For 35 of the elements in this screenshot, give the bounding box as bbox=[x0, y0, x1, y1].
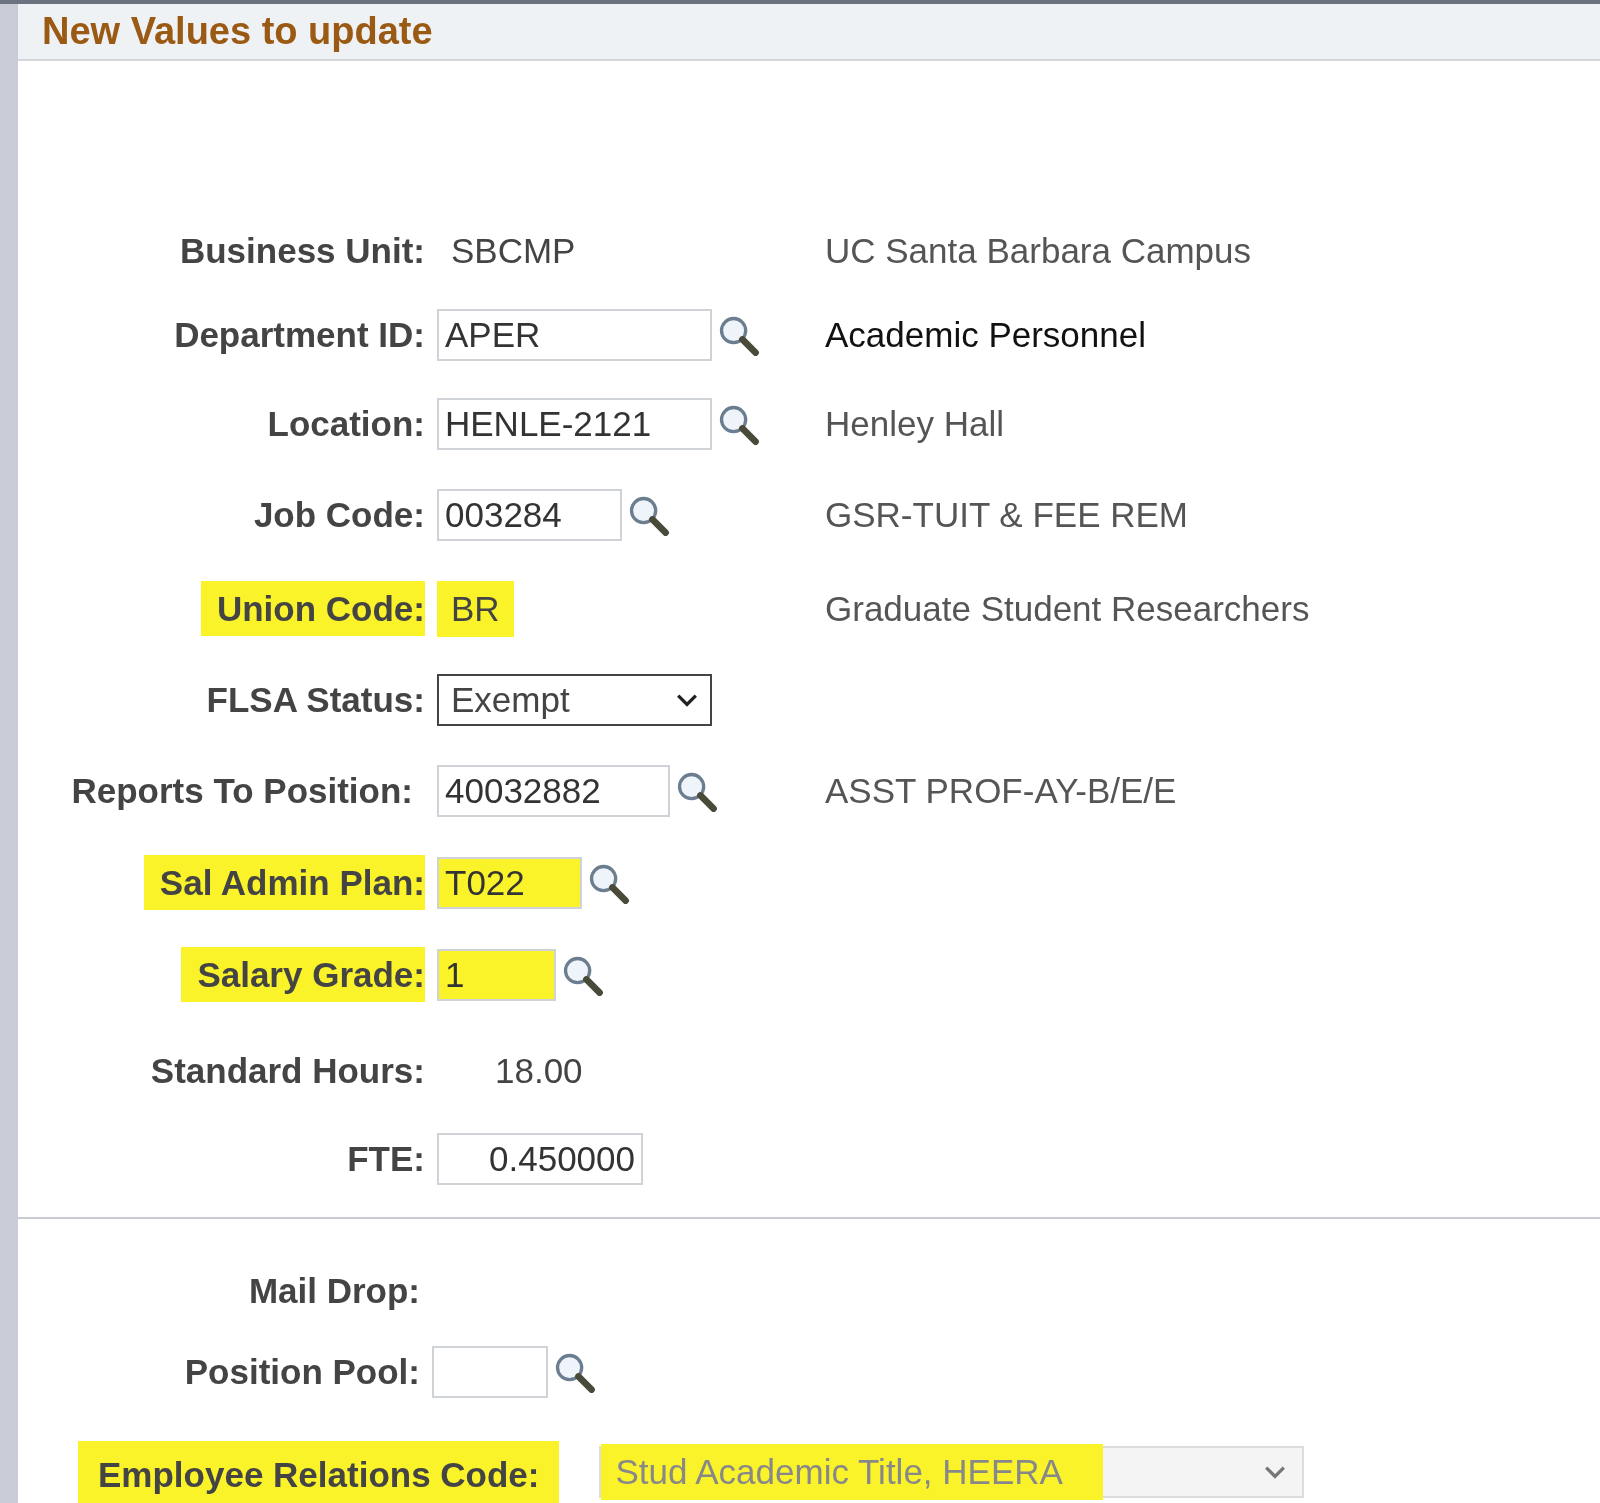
field-value: 18.00 bbox=[494, 1050, 584, 1092]
field-label: Standard Hours: bbox=[149, 1050, 425, 1092]
input-field[interactable]: HENLE-2121 bbox=[437, 398, 712, 450]
input-field[interactable]: 40032882 bbox=[437, 765, 670, 817]
field-value: SBCMP bbox=[450, 230, 577, 272]
input-field[interactable]: APER bbox=[437, 309, 712, 361]
field-description: GSR-TUIT & FEE REM bbox=[825, 495, 1188, 535]
field-label: Union Code: bbox=[200, 581, 425, 636]
input-field[interactable]: T022 bbox=[437, 857, 582, 909]
field-label: FTE: bbox=[346, 1138, 425, 1180]
input-field[interactable]: 003284 bbox=[437, 489, 622, 541]
field-label: Department ID: bbox=[173, 314, 425, 356]
section-title: New Values to update bbox=[42, 10, 433, 53]
input-field[interactable]: 1 bbox=[437, 949, 556, 1001]
field-description: Academic Personnel bbox=[825, 315, 1146, 355]
field-label: Employee Relations Code: bbox=[78, 1441, 560, 1503]
field-label: Mail Drop: bbox=[247, 1270, 420, 1312]
field-label: Location: bbox=[266, 403, 425, 445]
field-label: Salary Grade: bbox=[181, 947, 425, 1002]
field-value: BR bbox=[437, 581, 514, 637]
field-label: Position Pool: bbox=[183, 1351, 420, 1393]
field-description: Graduate Student Researchers bbox=[825, 589, 1310, 629]
field-label: Job Code: bbox=[252, 494, 425, 536]
field-description: Henley Hall bbox=[825, 404, 1004, 444]
input-field[interactable] bbox=[432, 1346, 548, 1398]
field-description: UC Santa Barbara Campus bbox=[825, 231, 1252, 271]
caret-icon bbox=[676, 693, 698, 707]
field-label: FLSA Status: bbox=[205, 679, 425, 721]
caret-icon bbox=[1264, 1465, 1287, 1479]
dropdown[interactable]: Exempt bbox=[437, 674, 712, 726]
field-description: ASST PROF-AY-B/E/E bbox=[825, 771, 1177, 811]
field-label: Reports To Position: bbox=[70, 770, 413, 812]
input-field[interactable]: 0.450000 bbox=[437, 1133, 643, 1185]
field-label: Business Unit: bbox=[178, 230, 425, 272]
field-label: Sal Admin Plan: bbox=[143, 855, 425, 910]
